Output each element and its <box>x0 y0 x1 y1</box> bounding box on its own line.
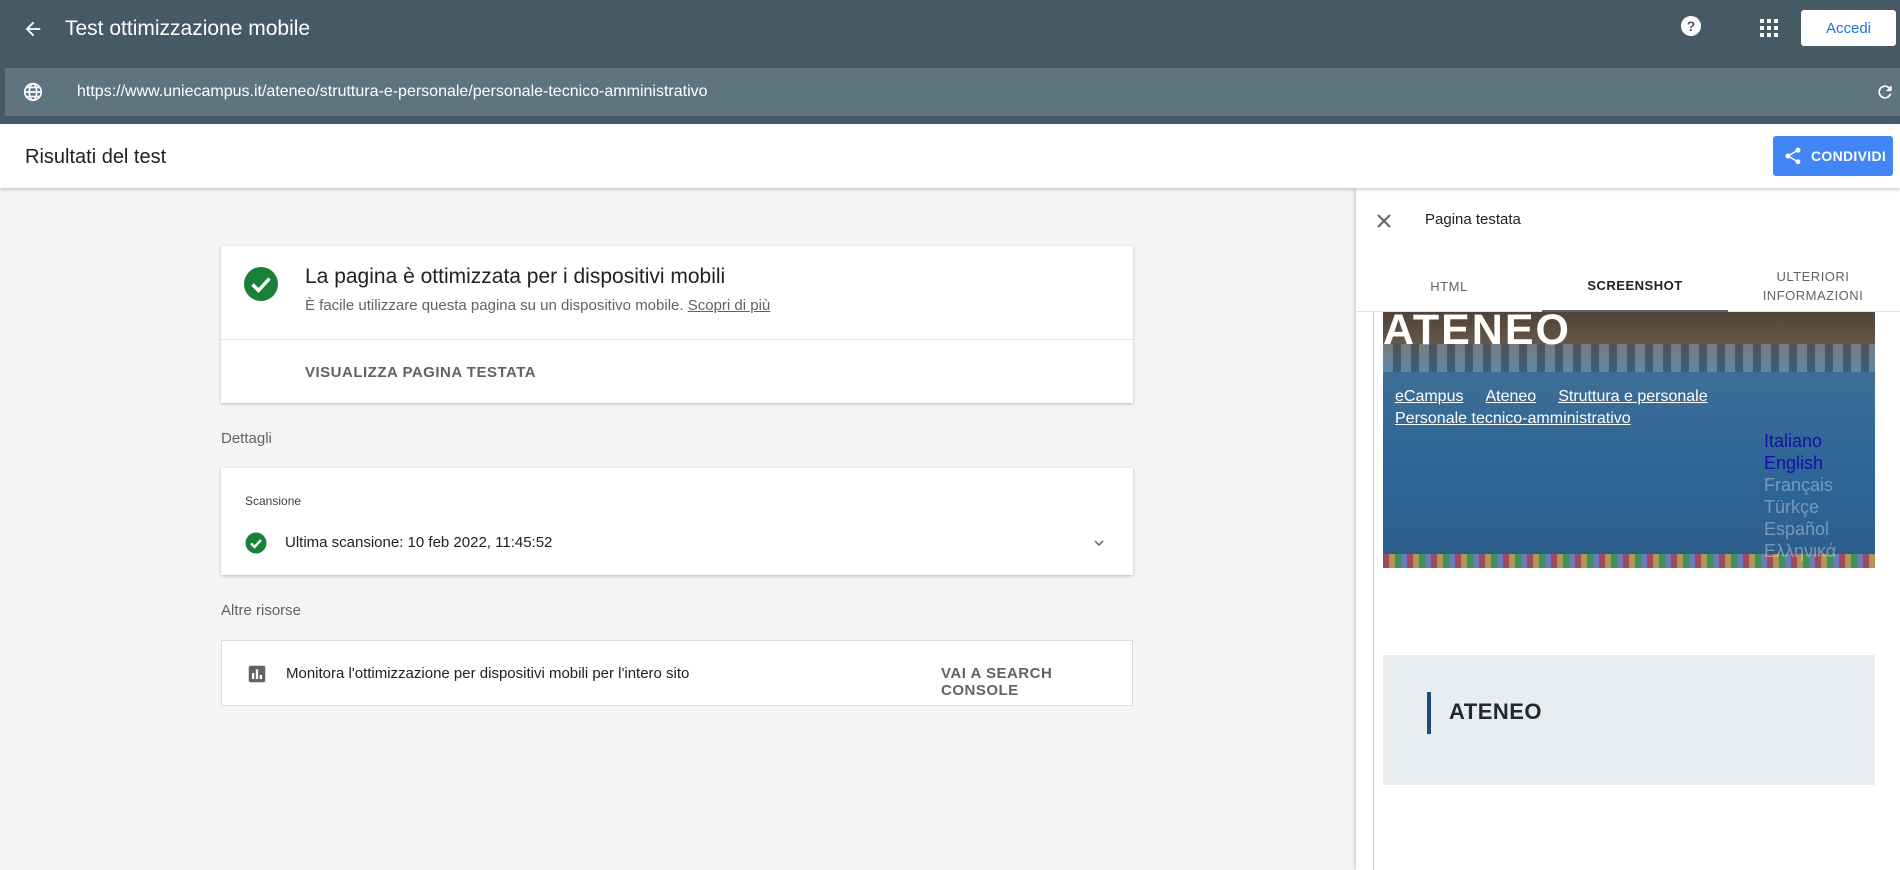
svg-text:?: ? <box>1687 18 1696 34</box>
result-heading: La pagina è ottimizzata per i dispositiv… <box>305 265 726 288</box>
help-icon[interactable]: ? <box>1678 13 1704 39</box>
language-item: Italiano <box>1764 431 1823 451</box>
resource-text: Monitora l'ottimizzazione per dispositiv… <box>286 665 690 682</box>
apps-grid-icon[interactable] <box>1756 15 1782 41</box>
resources-label: Altre risorse <box>221 602 302 619</box>
language-item: Español <box>1764 519 1830 539</box>
tab-screenshot[interactable]: SCREENSHOT <box>1542 260 1728 312</box>
section-accent-bar <box>1427 692 1431 734</box>
last-scan-text: Ultima scansione: 10 feb 2022, 11:45:52 <box>285 534 553 551</box>
view-tested-page-button[interactable]: VISUALIZZA PAGINA TESTATA <box>305 364 536 381</box>
check-circle-icon <box>245 532 267 554</box>
breadcrumb-item: Personale tecnico-amministrativo <box>1395 410 1631 427</box>
card-divider <box>221 339 1133 340</box>
results-title: Risultati del test <box>25 146 167 168</box>
language-list: Italiano English Français Türkçe Español… <box>1764 430 1874 562</box>
panel-tabs: HTML SCREENSHOT ULTERIORI INFORMAZIONI <box>1356 260 1900 312</box>
hero-title: ATENEO <box>1383 312 1571 354</box>
reload-icon[interactable] <box>1873 80 1897 104</box>
result-description: È facile utilizzare questa pagina su un … <box>305 297 684 314</box>
screenshot-breadcrumb: eCampus Ateneo Struttura e personale Person… <box>1395 386 1775 430</box>
breadcrumb-item: Struttura e personale <box>1558 388 1708 405</box>
language-item: Français <box>1764 475 1834 495</box>
resource-card: Monitora l'ottimizzazione per dispositiv… <box>221 640 1133 706</box>
chevron-down-icon[interactable] <box>1087 531 1111 555</box>
result-subtext: È facile utilizzare questa pagina su un … <box>305 297 770 314</box>
language-item: Türkçe <box>1764 497 1820 517</box>
check-circle-icon <box>243 266 279 302</box>
page-screenshot[interactable]: ATENEO eCampus Ateneo Struttura e personal… <box>1373 312 1900 870</box>
panel-title: Pagina testata <box>1425 211 1521 228</box>
app-title: Test ottimizzazione mobile <box>65 17 311 40</box>
search-console-link[interactable]: VAI A SEARCH CONSOLE <box>941 665 1132 699</box>
results-header: Risultati del test CONDIVIDI <box>0 124 1900 188</box>
back-arrow-icon[interactable] <box>20 16 46 42</box>
breadcrumb-item: eCampus <box>1395 388 1464 405</box>
screenshot-hero: ATENEO eCampus Ateneo Struttura e personal… <box>1383 312 1875 568</box>
share-button[interactable]: CONDIVIDI <box>1773 136 1893 176</box>
close-icon[interactable] <box>1372 209 1396 233</box>
app-bar: Test ottimizzazione mobile ? Accedi http… <box>0 0 1900 124</box>
share-icon <box>1781 144 1805 168</box>
tab-html[interactable]: HTML <box>1356 260 1542 312</box>
tested-page-panel: Pagina testata HTML SCREENSHOT ULTERIORI… <box>1356 188 1900 870</box>
details-label: Dettagli <box>221 430 272 447</box>
breadcrumb-item: Ateneo <box>1485 388 1537 405</box>
language-item: English <box>1764 453 1824 473</box>
url-bar: https://www.uniecampus.it/ateneo/struttu… <box>5 68 1900 116</box>
tested-url[interactable]: https://www.uniecampus.it/ateneo/struttu… <box>77 82 708 102</box>
share-label: CONDIVIDI <box>1811 148 1887 164</box>
tab-more-info[interactable]: ULTERIORI INFORMAZIONI <box>1726 260 1900 312</box>
scan-label: Scansione <box>245 494 302 508</box>
bar-chart-icon <box>246 663 268 685</box>
result-card: La pagina è ottimizzata per i dispositiv… <box>221 246 1133 403</box>
section-title: ATENEO <box>1449 699 1543 724</box>
learn-more-link[interactable]: Scopri di più <box>688 297 771 314</box>
language-item: Ελληνικά <box>1764 541 1837 561</box>
globe-icon <box>21 80 45 104</box>
scan-card[interactable]: Scansione Ultima scansione: 10 feb 2022,… <box>221 468 1133 575</box>
login-button[interactable]: Accedi <box>1801 10 1896 46</box>
screenshot-section-box: ATENEO <box>1383 655 1875 785</box>
